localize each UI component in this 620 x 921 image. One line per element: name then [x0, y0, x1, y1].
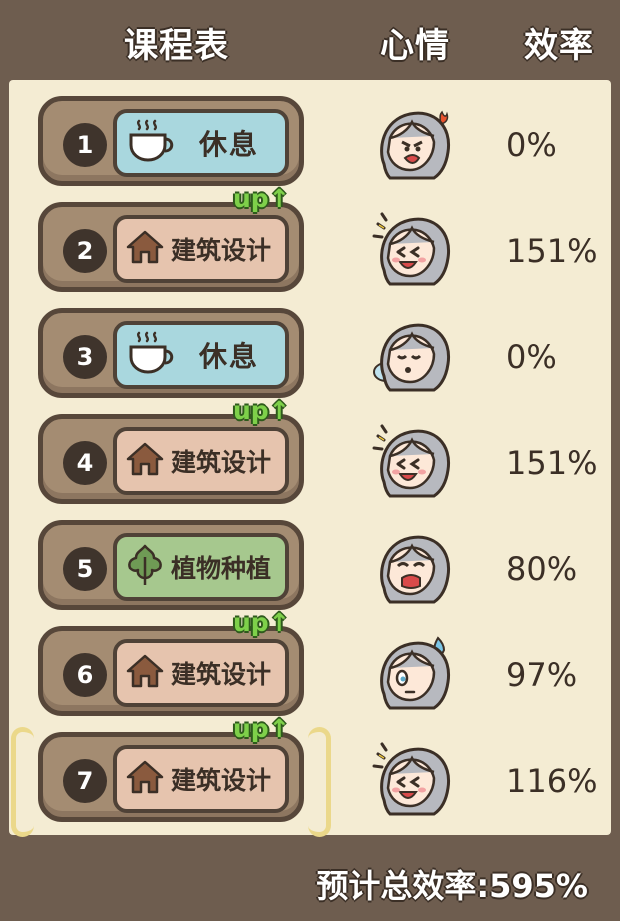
up-badge: up↑	[233, 184, 290, 213]
course-button[interactable]: 建筑设计	[113, 745, 289, 813]
schedule-row: 7 建筑设计 up↑ 116%	[0, 714, 620, 837]
header: 课程表 心情 效率	[0, 0, 620, 80]
course-button[interactable]: 建筑设计	[113, 639, 289, 707]
course-slot-7[interactable]: 7 建筑设计	[11, 727, 331, 837]
course-label: 建筑设计	[171, 448, 272, 477]
up-arrow-icon: ↑	[268, 184, 290, 213]
house-icon	[125, 757, 165, 801]
sweat-face-icon	[372, 632, 462, 712]
efficiency-value: 151%	[506, 444, 598, 482]
schedule-row: 6 建筑设计 up↑ 97%	[0, 608, 620, 722]
efficiency-value: 151%	[506, 232, 598, 270]
course-label: 建筑设计	[171, 766, 272, 795]
course-slot-1[interactable]: 1 休息	[38, 96, 304, 186]
efficiency-value: 97%	[506, 656, 578, 694]
schedule-row: 4 建筑设计 up↑ 151%	[0, 396, 620, 510]
schedule-row: 1 休息 0%	[0, 92, 620, 192]
course-label: 建筑设计	[171, 660, 272, 689]
course-slot-3[interactable]: 3 休息	[38, 308, 304, 398]
slot-number: 4	[63, 441, 107, 485]
efficiency-value: 0%	[506, 126, 557, 164]
up-text: up	[233, 184, 269, 213]
efficiency-value: 0%	[506, 338, 557, 376]
efficiency-value: 80%	[506, 550, 578, 588]
slot-number: 7	[63, 759, 107, 803]
up-badge: up↑	[233, 608, 290, 637]
leaf-icon	[125, 543, 165, 591]
crying-face-icon	[372, 526, 462, 606]
up-text: up	[233, 714, 269, 743]
footer: 预计总效率:595%	[0, 835, 620, 921]
slot-number: 2	[63, 229, 107, 273]
course-slot-4[interactable]: 4 建筑设计	[38, 414, 304, 504]
mood-heading: 心情	[380, 26, 450, 66]
happy-face-icon	[372, 208, 462, 288]
happy-face-icon	[372, 420, 462, 500]
schedule-row: 5 植物种植 80%	[0, 516, 620, 616]
course-button[interactable]: 植物种植	[113, 533, 289, 601]
schedule-heading: 课程表	[124, 26, 229, 66]
slot-number: 1	[63, 123, 107, 167]
cup-icon	[125, 117, 185, 169]
course-button[interactable]: 休息	[113, 321, 289, 389]
course-slot-5[interactable]: 5 植物种植	[38, 520, 304, 610]
schedule-row: 3 休息 0%	[0, 304, 620, 404]
house-icon	[125, 439, 165, 483]
course-button[interactable]: 建筑设计	[113, 215, 289, 283]
schedule-window: 课程表 心情 效率 1 休息 0% 2 建筑设计 up↑ 151% 3 休息 0% 4 建筑设计 up↑…	[0, 0, 620, 921]
up-text: up	[233, 396, 269, 425]
happy-face-icon	[372, 738, 462, 818]
cup-icon	[125, 329, 185, 381]
course-slot-6[interactable]: 6 建筑设计	[38, 626, 304, 716]
course-label: 休息	[199, 340, 260, 373]
up-arrow-icon: ↑	[268, 396, 290, 425]
up-arrow-icon: ↑	[268, 714, 290, 743]
efficiency-heading: 效率	[524, 26, 594, 66]
course-slot-2[interactable]: 2 建筑设计	[38, 202, 304, 292]
house-icon	[125, 227, 165, 271]
up-text: up	[233, 608, 269, 637]
up-badge: up↑	[233, 396, 290, 425]
slot-number: 3	[63, 335, 107, 379]
course-button[interactable]: 休息	[113, 109, 289, 177]
slot-number: 6	[63, 653, 107, 697]
house-icon	[125, 651, 165, 695]
course-label: 植物种植	[171, 554, 272, 583]
up-arrow-icon: ↑	[268, 608, 290, 637]
schedule-row: 2 建筑设计 up↑ 151%	[0, 184, 620, 298]
total-efficiency: 预计总效率:595%	[316, 867, 588, 905]
angry-face-icon	[372, 102, 462, 182]
sleeping-face-icon	[372, 314, 462, 394]
course-button[interactable]: 建筑设计	[113, 427, 289, 495]
efficiency-value: 116%	[506, 762, 598, 800]
up-badge: up↑	[233, 714, 290, 743]
course-label: 休息	[199, 128, 260, 161]
course-label: 建筑设计	[171, 236, 272, 265]
slot-number: 5	[63, 547, 107, 591]
